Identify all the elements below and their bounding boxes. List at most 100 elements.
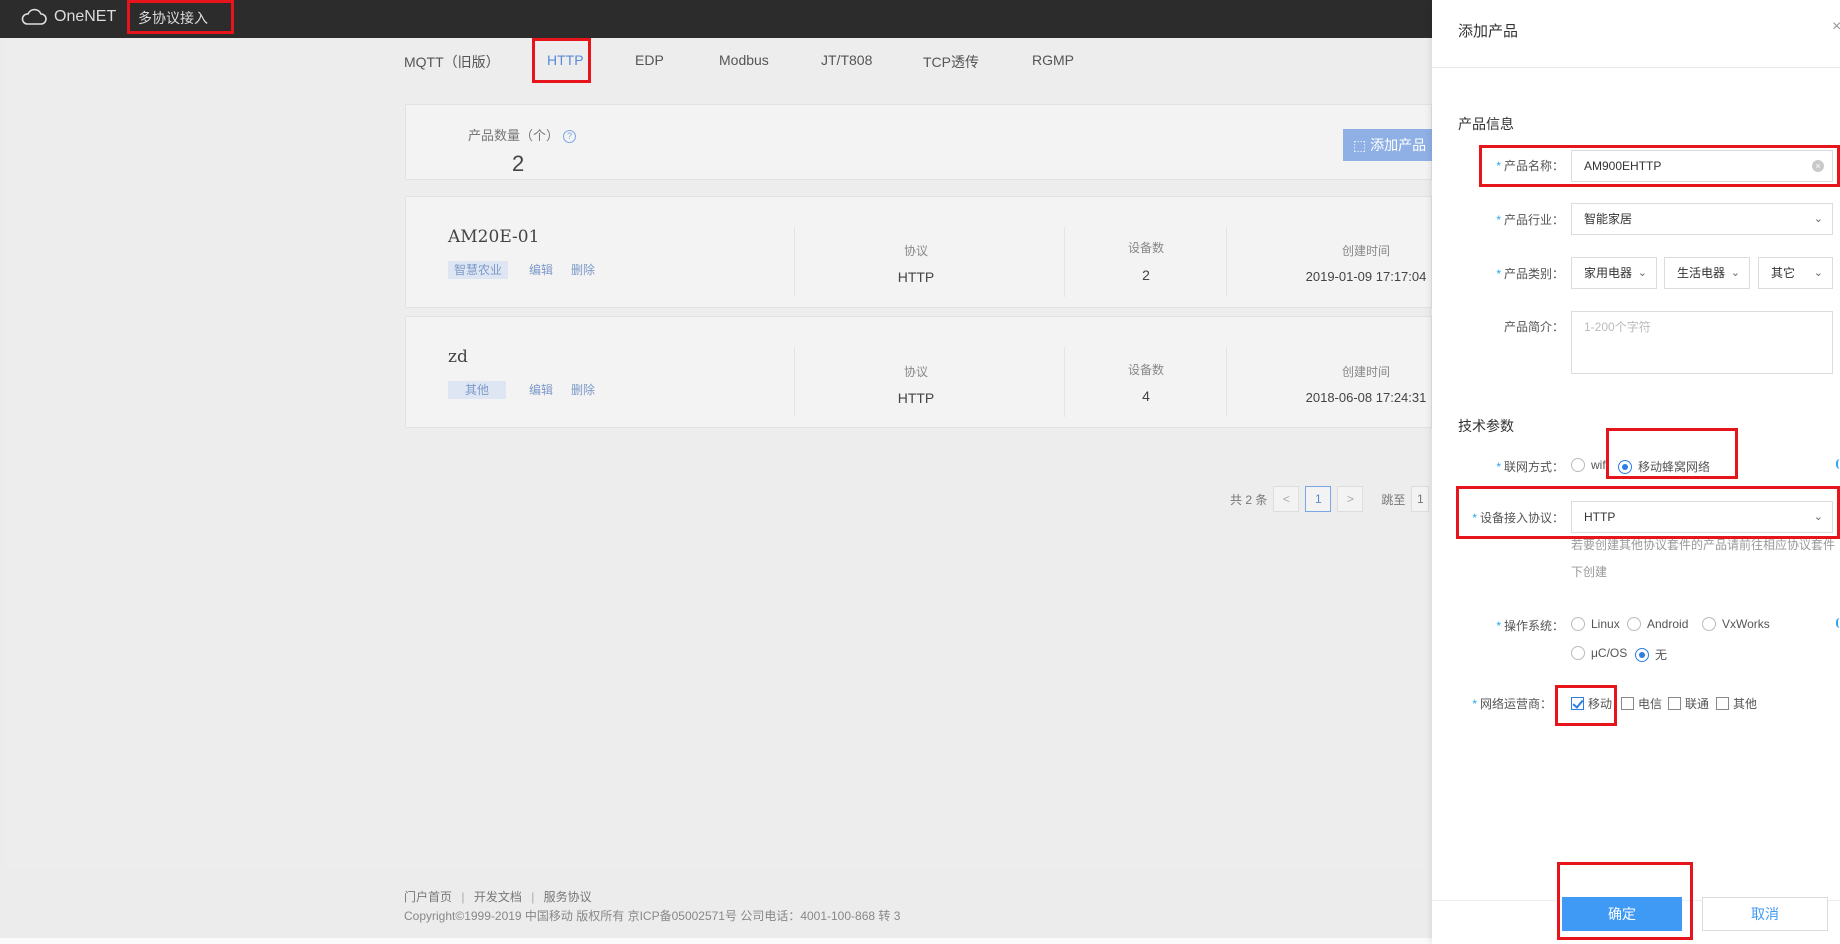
total-count: 共 2 条 (1230, 492, 1268, 507)
brand-logo[interactable]: OneNET (20, 8, 116, 26)
network-option-cellular[interactable]: 移动蜂窝网络 (1618, 458, 1715, 475)
radio-icon (1571, 617, 1585, 631)
intro-textarea[interactable]: 1-200个字符 (1571, 311, 1833, 374)
radio-selected-icon (1618, 460, 1632, 474)
edge-indicator (1836, 618, 1840, 628)
confirm-button[interactable]: 确定 (1562, 897, 1682, 931)
created-value: 2019-01-09 17:17:04 (1305, 269, 1427, 284)
os-option-linux[interactable]: Linux (1571, 617, 1620, 631)
category-select-1[interactable]: 家用电器 ⌄ (1571, 257, 1657, 289)
footer-copyright: Copyright©1999-2019 中国移动 版权所有 京ICP备05002… (404, 909, 901, 923)
devices-value: 4 (1142, 388, 1150, 404)
os-label: * 操作系统： (1496, 619, 1564, 633)
checkbox-checked-icon (1571, 697, 1584, 710)
tab-modbus[interactable]: Modbus (719, 52, 769, 68)
divider (1064, 227, 1065, 297)
next-page-button[interactable]: > (1337, 486, 1364, 512)
radio-icon (1702, 617, 1716, 631)
protocol-value: HTTP (897, 390, 935, 406)
protocol-label: * 设备接入协议： (1472, 511, 1564, 525)
cloud-icon (21, 8, 47, 25)
network-option-wifi[interactable]: wifi (1571, 458, 1608, 472)
product-count-label: 产品数量（个）? (468, 125, 577, 144)
jump-label: 跳至 (1381, 492, 1406, 507)
delete-link[interactable]: 删除 (571, 381, 595, 399)
pagination: 共 2 条 < 1 > 跳至 1 (1230, 486, 1430, 512)
prev-page-button[interactable]: < (1273, 486, 1300, 512)
tab-mqtt[interactable]: MQTT（旧版） (404, 52, 500, 72)
carrier-option-telecom[interactable]: 电信 (1621, 695, 1662, 712)
nav-multi-protocol[interactable]: 多协议接入 (138, 8, 208, 28)
chevron-down-icon: ⌄ (1813, 511, 1823, 523)
page-content: MQTT（旧版） HTTP EDP Modbus JT/T808 TCP透传 R… (5, 38, 1433, 868)
bottom-strip (0, 938, 1432, 944)
product-tag: 其他 (448, 381, 506, 399)
page-background: MQTT（旧版） HTTP EDP Modbus JT/T808 TCP透传 R… (0, 38, 1433, 944)
footer-links: 门户首页 | 开发文档 | 服务协议 (404, 890, 592, 904)
created-value: 2018-06-08 17:24:31 (1305, 390, 1427, 405)
delete-link[interactable]: 删除 (571, 261, 595, 279)
checkbox-icon (1621, 697, 1634, 710)
close-icon[interactable]: × (1832, 18, 1840, 36)
checkbox-icon (1716, 697, 1729, 710)
created-label: 创建时间 (1341, 244, 1390, 258)
divider (794, 227, 795, 297)
carrier-label: * 网络运营商： (1472, 697, 1552, 711)
product-count: 2 (512, 151, 525, 176)
os-option-vxworks[interactable]: VxWorks (1702, 617, 1770, 631)
protocol-select[interactable]: HTTP ⌄ (1571, 501, 1833, 533)
created-label: 创建时间 (1341, 365, 1390, 379)
os-option-ucos[interactable]: μC/OS (1571, 646, 1627, 660)
chevron-down-icon: ⌄ (1730, 267, 1740, 279)
divider (1226, 227, 1227, 297)
radio-icon (1627, 617, 1641, 631)
tab-tcp[interactable]: TCP透传 (923, 52, 979, 72)
divider (1064, 347, 1065, 417)
carrier-option-mobile[interactable]: 移动 (1571, 695, 1612, 712)
cancel-button[interactable]: 取消 (1702, 897, 1828, 931)
category-label: * 产品类别： (1496, 267, 1564, 281)
help-icon[interactable]: ? (563, 130, 577, 143)
footer-link-home[interactable]: 门户首页 (404, 890, 452, 904)
section-tech-params: 技术参数 (1458, 418, 1514, 434)
category-select-2[interactable]: 生活电器 ⌄ (1664, 257, 1750, 289)
protocol-hint: 若要创建其他协议套件的产品请前往相应协议套件下创建 (1571, 538, 1836, 579)
intro-label: 产品简介： (1503, 320, 1564, 334)
category-select-3[interactable]: 其它 ⌄ (1758, 257, 1833, 289)
protocol-tabs: MQTT（旧版） HTTP EDP Modbus JT/T808 TCP透传 R… (5, 38, 1432, 86)
divider (1432, 67, 1840, 68)
footer-link-docs[interactable]: 开发文档 (474, 890, 522, 904)
edit-link[interactable]: 编辑 (529, 261, 553, 279)
clear-icon[interactable]: × (1812, 160, 1824, 172)
product-name[interactable]: AM20E-01 (448, 227, 539, 247)
tab-edp[interactable]: EDP (635, 52, 664, 68)
tab-http[interactable]: HTTP (547, 52, 584, 68)
product-name[interactable]: zd (448, 347, 468, 367)
jump-input[interactable]: 1 (1411, 486, 1430, 512)
carrier-option-unicom[interactable]: 联通 (1668, 695, 1709, 712)
chevron-down-icon: ⌄ (1813, 267, 1823, 279)
tab-rgmp[interactable]: RGMP (1032, 52, 1074, 68)
divider (794, 347, 795, 417)
devices-label: 设备数 (1127, 241, 1164, 255)
product-card[interactable]: AM20E-01 智慧农业 编辑 删除 协议 HTTP 设备数 2 创建时间 2… (405, 196, 1432, 308)
protocol-label: 协议 (903, 365, 928, 379)
tab-jtt808[interactable]: JT/T808 (821, 52, 872, 68)
industry-select[interactable]: 智能家居 ⌄ (1571, 203, 1833, 235)
edit-link[interactable]: 编辑 (529, 381, 553, 399)
product-name-input[interactable]: AM900EHTTP × (1571, 150, 1833, 182)
footer-link-terms[interactable]: 服务协议 (544, 890, 592, 904)
os-option-android[interactable]: Android (1627, 617, 1688, 631)
checkbox-icon (1668, 697, 1681, 710)
carrier-option-other[interactable]: 其他 (1716, 695, 1757, 712)
product-card[interactable]: zd 其他 编辑 删除 协议 HTTP 设备数 4 创建时间 2018-06-0… (405, 316, 1432, 428)
add-product-button[interactable]: ⬚ 添加产品 (1343, 129, 1433, 161)
industry-label: * 产品行业： (1496, 213, 1564, 227)
page-1-button[interactable]: 1 (1305, 486, 1332, 512)
section-product-info: 产品信息 (1458, 116, 1514, 132)
chevron-down-icon: ⌄ (1813, 213, 1823, 225)
divider (1226, 347, 1227, 417)
drawer-title: 添加产品 (1458, 23, 1519, 40)
os-option-none[interactable]: 无 (1635, 646, 1667, 663)
radio-icon (1571, 458, 1585, 472)
